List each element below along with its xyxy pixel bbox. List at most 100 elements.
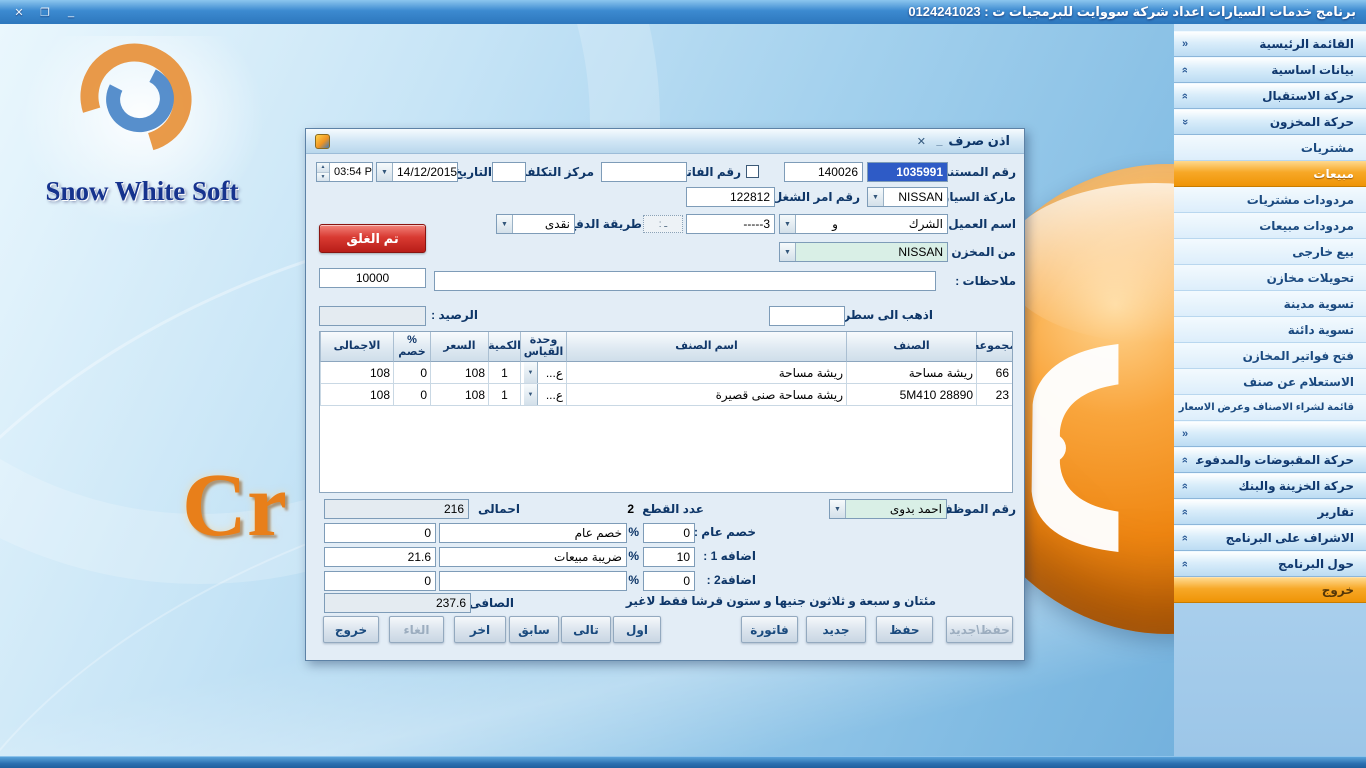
sidebar-item-treasury-bank[interactable]: حركة الخزينة والبنك « (1174, 473, 1366, 499)
addition-1-name-field[interactable]: ضريبة مبيعات (439, 547, 627, 567)
general-discount-name-field[interactable]: خصم عام (439, 523, 627, 543)
cell-qty[interactable]: 1 (488, 362, 520, 384)
sidebar-item-credit-settlement[interactable]: تسوية دائنة (1174, 317, 1366, 343)
notes-field[interactable] (434, 271, 936, 291)
addition-1-pct-field[interactable]: 10 (643, 547, 695, 567)
employee-combo[interactable]: احمد بدوى ▼ (829, 499, 947, 519)
cell-unit[interactable]: ع... ▼ (520, 384, 566, 406)
save-button[interactable]: حفظ (876, 616, 933, 643)
first-record-button[interactable]: اول (613, 616, 661, 643)
exit-button[interactable]: خروج (323, 616, 379, 643)
chevron-down-icon[interactable]: ▼ (780, 215, 796, 233)
cell-total[interactable]: 108 (320, 384, 393, 406)
sidebar-item-collapsed-group[interactable]: « (1174, 421, 1366, 447)
items-grid: مجموعه الصنف اسم الصنف وحدة القياس الكمي… (319, 331, 1013, 493)
app-logo: Snow White Soft (22, 36, 262, 226)
sidebar-item-open-warehouse-invoices[interactable]: فتح فواتير المخازن (1174, 343, 1366, 369)
document-number-2-field[interactable]: 140026 (784, 162, 863, 182)
cancel-button[interactable]: الغاء (389, 616, 444, 643)
chevron-down-icon[interactable]: ▼ (830, 500, 846, 518)
dialog-minimize-button[interactable]: _ (930, 135, 948, 147)
amount-box-field[interactable]: 10000 (319, 268, 426, 288)
chevron-down-icon[interactable]: ▼ (524, 384, 538, 405)
chevron-down-icon[interactable]: ▼ (780, 243, 796, 261)
general-discount-amount-field[interactable]: 0 (324, 523, 436, 543)
goto-line-field[interactable] (769, 306, 845, 326)
payment-method-combo[interactable]: نقدى ▼ (496, 214, 575, 234)
chevron-double-left-icon: « (1174, 428, 1196, 440)
invoice-button[interactable]: فاتورة (741, 616, 798, 643)
addition-2-name-field[interactable] (439, 571, 627, 591)
spinner-up-icon[interactable]: ▲ (317, 163, 329, 173)
cell-unit[interactable]: ع... ▼ (520, 362, 566, 384)
sidebar-item-label: فتح فواتير المخازن (1174, 349, 1366, 363)
close-status-button[interactable]: تم الغلق (319, 224, 426, 253)
sidebar-item-debit-settlement[interactable]: تسوية مدينة (1174, 291, 1366, 317)
sidebar-item-item-inquiry[interactable]: الاستعلام عن صنف (1174, 369, 1366, 395)
spinner-buttons[interactable]: ▲ ▼ (317, 163, 330, 181)
window-close-button[interactable]: ✕ (12, 6, 26, 19)
car-brand-combo[interactable]: NISSAN ▼ (867, 187, 948, 207)
addition-2-amount-field[interactable]: 0 (324, 571, 436, 591)
last-record-button[interactable]: اخر (454, 616, 506, 643)
sidebar-item-warehouse-transfers[interactable]: تحويلات مخازن (1174, 265, 1366, 291)
next-record-button[interactable]: تالى (561, 616, 611, 643)
chevron-down-icon[interactable]: ▼ (868, 188, 884, 206)
sidebar-item-purchase-returns[interactable]: مردودات مشتريات (1174, 187, 1366, 213)
sidebar-item-main-menu[interactable]: القائمة الرئيسية « (1174, 31, 1366, 57)
cell-price[interactable]: 108 (430, 384, 488, 406)
time-spinner[interactable]: 03:54 P ▲ ▼ (316, 162, 373, 182)
chevron-double-down-icon: « (1179, 85, 1191, 107)
chevron-double-down-icon: « (1179, 527, 1191, 549)
sidebar-item-inventory[interactable]: حركة المخزون « (1174, 109, 1366, 135)
spinner-down-icon[interactable]: ▼ (317, 173, 329, 182)
cell-item[interactable]: 5M410 28890 (846, 384, 976, 406)
sidebar-item-about-program[interactable]: حول البرنامج « (1174, 551, 1366, 577)
invoice-number-field[interactable] (601, 162, 687, 182)
window-maximize-button[interactable]: ❐ (38, 6, 52, 19)
sidebar-item-label: مردودات مبيعات (1174, 219, 1366, 233)
cell-group[interactable]: 66 (976, 362, 1012, 384)
work-order-field[interactable]: 122812 (686, 187, 775, 207)
warehouse-combo[interactable]: NISSAN ▼ (779, 242, 948, 262)
previous-record-button[interactable]: سابق (509, 616, 559, 643)
payment-mask-box: ـ : (643, 215, 683, 233)
save-new-button[interactable]: حفظ\جديد (946, 616, 1013, 643)
cell-total[interactable]: 108 (320, 362, 393, 384)
cell-price[interactable]: 108 (430, 362, 488, 384)
sidebar-item-label: حركة المقبوضات والمدفوعات (1196, 453, 1366, 467)
cell-discount[interactable]: 0 (393, 384, 430, 406)
chevron-down-icon[interactable]: ▼ (524, 362, 538, 383)
sidebar-item-reception[interactable]: حركة الاستقبال « (1174, 83, 1366, 109)
new-button[interactable]: جديد (806, 616, 866, 643)
sidebar-item-purchases[interactable]: مشتريات (1174, 135, 1366, 161)
cell-item-name[interactable]: ريشة مساحة (566, 362, 846, 384)
general-discount-pct-field[interactable]: 0 (643, 523, 695, 543)
dialog-close-button[interactable]: ✕ (912, 135, 930, 148)
sidebar-item-basic-data[interactable]: بيانات اساسية « (1174, 57, 1366, 83)
sidebar-item-external-sale[interactable]: بيع خارجى (1174, 239, 1366, 265)
date-picker[interactable]: 14/12/2015 ▼ (376, 162, 458, 182)
sidebar-item-purchase-price-list[interactable]: قائمة لشراء الاصناف وعرض الاسعار (1174, 395, 1366, 421)
cost-center-field[interactable] (492, 162, 526, 182)
cell-item-name[interactable]: ريشة مساحة صنى قصيرة (566, 384, 846, 406)
window-minimize-button[interactable]: _ (64, 6, 78, 19)
sidebar-item-sales[interactable]: مبيعات (1174, 161, 1366, 187)
cell-item[interactable]: ريشة مساحة (846, 362, 976, 384)
cell-group[interactable]: 23 (976, 384, 1012, 406)
chevron-down-icon[interactable]: ▼ (497, 215, 513, 233)
sidebar-item-exit[interactable]: خروج (1174, 577, 1366, 603)
sidebar-item-receipts-payments[interactable]: حركة المقبوضات والمدفوعات « (1174, 447, 1366, 473)
cell-qty[interactable]: 1 (488, 384, 520, 406)
sidebar-item-sales-returns[interactable]: مردودات مبيعات (1174, 213, 1366, 239)
sidebar-item-reports[interactable]: تقارير « (1174, 499, 1366, 525)
customer-combo[interactable]: الشرك و ▼ (779, 214, 948, 234)
invoice-number-checkbox[interactable] (746, 165, 759, 178)
chevron-down-icon[interactable]: ▼ (377, 163, 393, 181)
sidebar-item-program-supervision[interactable]: الاشراف على البرنامج « (1174, 525, 1366, 551)
addition-1-amount-field[interactable]: 21.6 (324, 547, 436, 567)
customer-phone-field[interactable]: -----3 (686, 214, 775, 234)
document-number-field[interactable]: 1035991 (867, 162, 948, 182)
addition-2-pct-field[interactable]: 0 (643, 571, 695, 591)
cell-discount[interactable]: 0 (393, 362, 430, 384)
